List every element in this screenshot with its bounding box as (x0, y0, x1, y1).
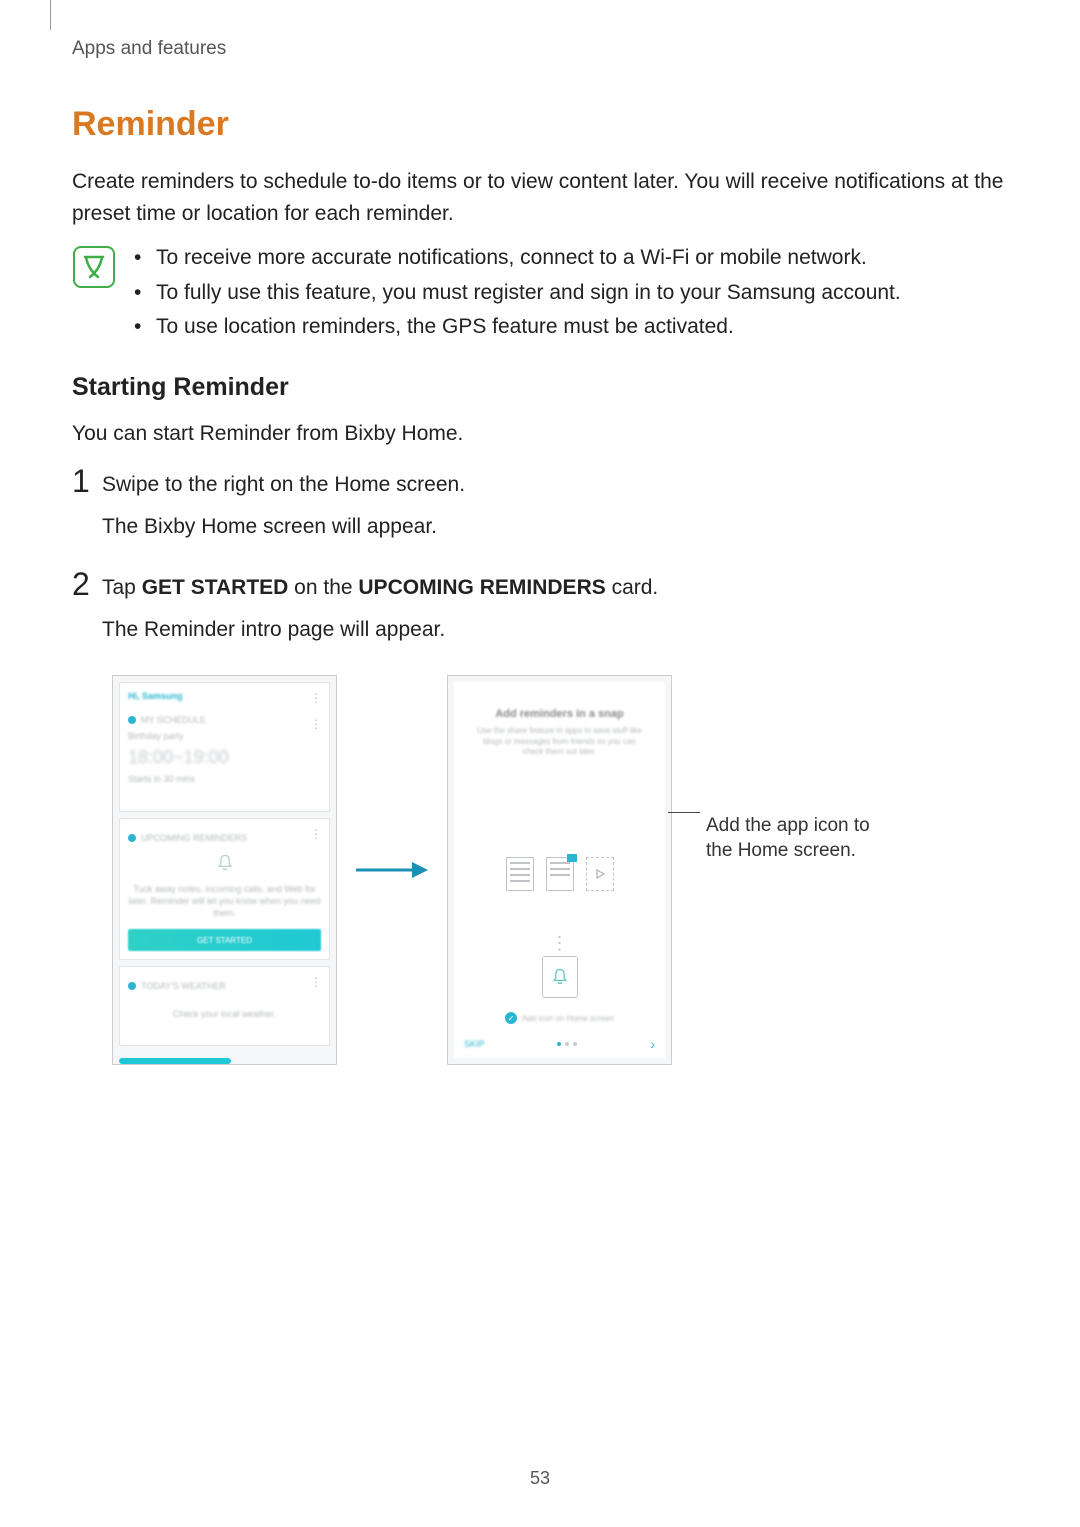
status-dot-icon (128, 982, 136, 990)
figure-row: Hi, Samsung ⋮ MY SCHEDULE ⋮ Birthday par… (112, 675, 1008, 1065)
page-margin-marker (50, 0, 51, 30)
step-2: 2 Tap GET STARTED on the UPCOMING REMIND… (72, 572, 1008, 655)
blurred-description: Check your local weather. (128, 1009, 321, 1019)
note-item: To receive more accurate notifications, … (134, 241, 1008, 276)
note-item: To use location reminders, the GPS featu… (134, 310, 1008, 345)
blurred-label: UPCOMING REMINDERS (141, 833, 247, 843)
step-subtext: The Reminder intro page will appear. (102, 614, 1008, 646)
dots-icon: ⋮ (454, 939, 665, 948)
video-icon (586, 857, 614, 891)
progress-bar (119, 1058, 231, 1064)
blurred-label: MY SCHEDULE (141, 715, 206, 725)
intro-subtext: Use the share feature in apps to save st… (454, 726, 665, 757)
page-header: Apps and features (72, 38, 226, 60)
subsection-title: Starting Reminder (72, 373, 1008, 402)
skip-button: SKIP (464, 1039, 485, 1049)
document-icon (506, 857, 534, 891)
more-icon: ⋮ (310, 827, 321, 841)
step-number: 1 (72, 465, 102, 497)
annotation-text: Add the app icon to the Home screen. (706, 813, 876, 864)
event-time: 18:00~19:00 (128, 747, 321, 768)
subsection-intro: You can start Reminder from Bixby Home. (72, 418, 1008, 450)
step-subtext: The Bixby Home screen will appear. (102, 511, 1008, 543)
add-icon-checkbox-row: ✓ Add icon on Home screen (454, 1012, 665, 1024)
blurred-label: Starts in 30 mins (128, 774, 321, 784)
intro-paragraph: Create reminders to schedule to-do items… (72, 166, 1008, 229)
note-item: To fully use this feature, you must regi… (134, 276, 1008, 311)
card-title: Hi, Samsung (128, 691, 321, 701)
intro-heading: Add reminders in a snap (454, 708, 665, 720)
status-dot-icon (128, 716, 136, 724)
step-text: Swipe to the right on the Home screen. (102, 469, 1008, 501)
chevron-right-icon: › (650, 1036, 655, 1052)
note-block: To receive more accurate notifications, … (72, 241, 1008, 345)
annotation-line (668, 812, 700, 813)
phone-screenshot-bixby-home: Hi, Samsung ⋮ MY SCHEDULE ⋮ Birthday par… (112, 675, 337, 1065)
bell-box-icon (542, 956, 578, 998)
more-icon: ⋮ (310, 717, 321, 731)
more-icon: ⋮ (310, 691, 321, 705)
annotation: Add the app icon to the Home screen. (672, 845, 876, 896)
phone-screenshot-reminder-intro: Add reminders in a snap Use the share fe… (447, 675, 672, 1065)
checkmark-icon: ✓ (505, 1012, 517, 1024)
status-dot-icon (128, 834, 136, 842)
checkbox-label: Add icon on Home screen (522, 1014, 614, 1023)
bell-icon (215, 853, 235, 873)
document-image-icon (546, 857, 574, 891)
step-text: Tap GET STARTED on the UPCOMING REMINDER… (102, 572, 1008, 604)
arrow-icon (337, 858, 447, 882)
blurred-description: Tuck away notes, incoming calls, and Web… (128, 884, 321, 919)
note-icon (72, 245, 116, 289)
step-1: 1 Swipe to the right on the Home screen.… (72, 469, 1008, 552)
section-title: Reminder (72, 105, 1008, 144)
event-name: Birthday party (128, 731, 321, 741)
more-icon: ⋮ (310, 975, 321, 989)
get-started-button: GET STARTED (128, 929, 321, 951)
page-number: 53 (0, 1468, 1080, 1489)
blurred-label: TODAY'S WEATHER (141, 981, 226, 991)
page-indicator-dots (557, 1042, 577, 1046)
step-number: 2 (72, 568, 102, 600)
